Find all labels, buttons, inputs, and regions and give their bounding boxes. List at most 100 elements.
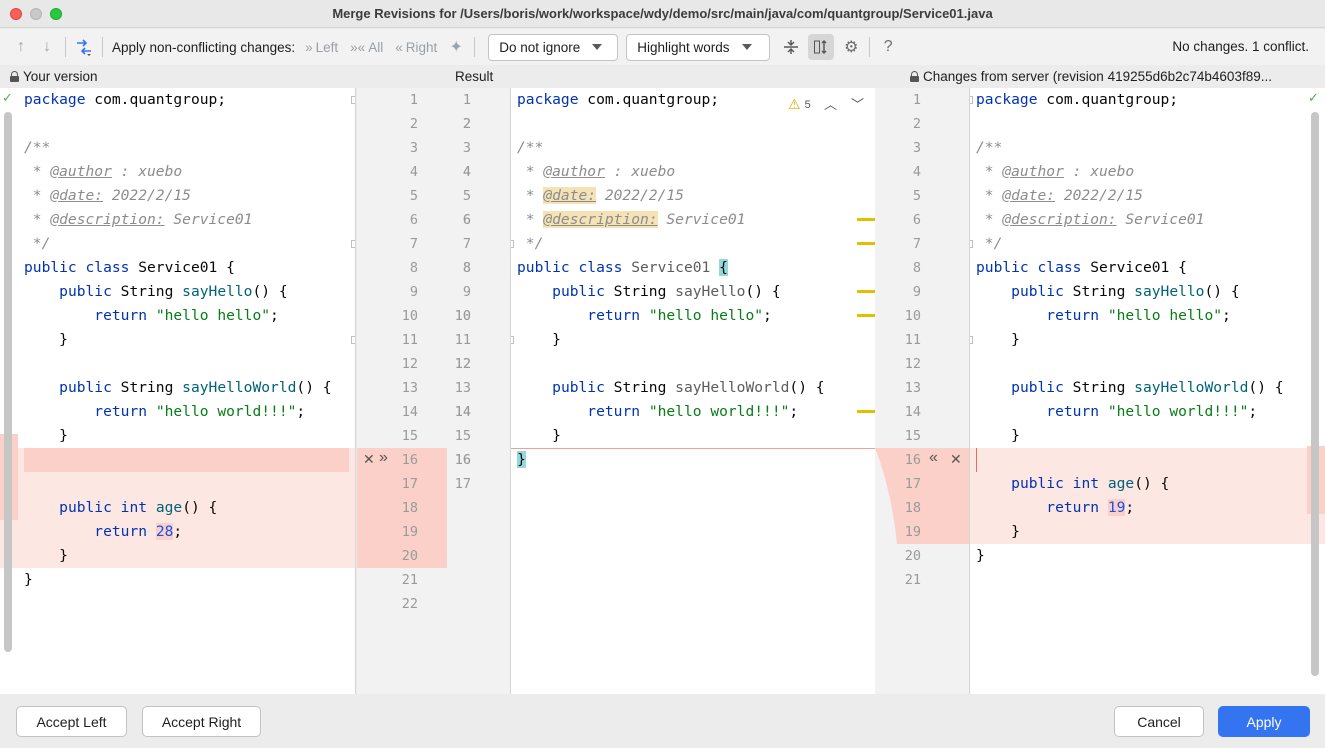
line-number: 22: [401, 596, 418, 612]
conflict-insertion-mark: [976, 448, 977, 472]
line-number: 7: [912, 236, 921, 252]
check-icon: ✓: [2, 90, 13, 105]
discard-right-icon[interactable]: ✕: [950, 451, 962, 468]
fold-marker[interactable]: [351, 96, 355, 104]
warnings-indicator[interactable]: ⚠ 5: [788, 96, 811, 113]
apply-all-button[interactable]: »« All: [350, 40, 383, 55]
line-number: 4: [462, 164, 471, 180]
modified-marker: [857, 218, 875, 221]
next-difference-icon[interactable]: ↓: [34, 34, 60, 60]
cancel-button[interactable]: Cancel: [1114, 706, 1204, 737]
line-number: 5: [409, 188, 418, 204]
line-number: 14: [401, 404, 418, 420]
apply-left-change-icon[interactable]: »: [379, 449, 388, 467]
fold-marker[interactable]: [970, 336, 973, 344]
apply-right-button[interactable]: «Right: [395, 40, 437, 55]
right-editor[interactable]: ✓ package com.quantgroup; /** * @author …: [970, 88, 1325, 694]
sync-scroll-icon[interactable]: [808, 34, 835, 60]
toolbar-separator: [65, 37, 66, 57]
conflict-insertion-line: [511, 448, 875, 449]
merge-arrows-icon[interactable]: [71, 34, 97, 60]
fold-marker[interactable]: [511, 240, 514, 248]
line-number: 16: [904, 452, 921, 468]
fold-marker[interactable]: [511, 336, 514, 344]
right-scrollbar[interactable]: [1311, 112, 1319, 676]
discard-left-icon[interactable]: ✕: [363, 451, 375, 468]
apply-button[interactable]: Apply: [1218, 706, 1310, 737]
line-number: 9: [912, 284, 921, 300]
line-number: 13: [454, 380, 471, 396]
line-number: 7: [409, 236, 418, 252]
ignore-whitespace-dropdown[interactable]: Do not ignore: [488, 33, 619, 61]
line-number: 12: [904, 356, 921, 372]
magic-resolve-icon[interactable]: ✦: [443, 34, 469, 60]
line-number: 4: [912, 164, 921, 180]
modified-marker: [857, 290, 875, 293]
result-editor[interactable]: ⚠ 5 ︿ ﹀ package com.quantgroup; /** * @au…: [511, 88, 875, 694]
line-number: 9: [462, 284, 471, 300]
help-icon[interactable]: ?: [875, 34, 901, 60]
center-header: Result: [455, 68, 494, 84]
fold-marker[interactable]: [351, 240, 355, 248]
collapse-unchanged-icon[interactable]: [778, 34, 804, 60]
modified-marker: [857, 242, 875, 245]
dropdown-arrow-icon: [741, 44, 752, 50]
line-number: 15: [401, 428, 418, 444]
line-number: 15: [904, 428, 921, 444]
conflict-empty-line-left: [24, 448, 349, 472]
dropdown-arrow-icon: [592, 44, 603, 50]
apply-non-conflicting-label: Apply non-conflicting changes:: [112, 39, 296, 55]
lock-icon: [10, 70, 19, 82]
line-number: 16: [454, 452, 471, 468]
next-highlight-icon[interactable]: ﹀: [851, 94, 864, 113]
double-chevron-left-icon: «: [395, 39, 403, 55]
window-controls: [10, 8, 62, 20]
line-number: 11: [454, 332, 471, 348]
line-number: 17: [454, 476, 471, 492]
line-number: 3: [462, 140, 471, 156]
double-chevron-right-icon: »: [305, 39, 313, 55]
line-number: 11: [904, 332, 921, 348]
fold-marker[interactable]: [351, 336, 355, 344]
line-number: 3: [409, 140, 418, 156]
line-number: 18: [401, 500, 418, 516]
line-number: 12: [454, 356, 471, 372]
previous-difference-icon[interactable]: ↑: [8, 34, 34, 60]
gear-icon[interactable]: ⚙: [838, 34, 864, 60]
line-number: 14: [454, 404, 471, 420]
previous-highlight-icon[interactable]: ︿: [824, 94, 837, 113]
window-title: Merge Revisions for /Users/boris/work/wo…: [332, 6, 993, 21]
accept-left-button[interactable]: Accept Left: [16, 706, 127, 737]
line-number: 14: [904, 404, 921, 420]
line-number: 6: [912, 212, 921, 228]
line-number: 8: [912, 260, 921, 276]
line-number: 19: [904, 524, 921, 540]
accept-right-button[interactable]: Accept Right: [142, 706, 261, 737]
left-scrollbar[interactable]: [4, 112, 12, 652]
toolbar-separator: [869, 37, 871, 57]
highlight-mode-dropdown[interactable]: Highlight words: [626, 33, 771, 61]
left-editor[interactable]: ✓ package com.quantgroup; /** * @author …: [0, 88, 356, 694]
left-header: Your version: [10, 66, 98, 86]
line-number: 21: [904, 572, 921, 588]
line-number: 12: [401, 356, 418, 372]
close-window-button[interactable]: [10, 8, 22, 20]
line-number: 7: [462, 236, 471, 252]
line-number: 4: [409, 164, 418, 180]
toolbar: ↑ ↓ Apply non-conflicting changes: » Left…: [0, 29, 1325, 65]
toolbar-separator: [102, 37, 103, 57]
double-chevron-both-icon: »«: [350, 39, 366, 55]
check-icon: ✓: [1308, 90, 1319, 105]
title-bar: Merge Revisions for /Users/boris/work/wo…: [0, 0, 1325, 28]
fold-marker[interactable]: [970, 96, 973, 104]
apply-right-change-icon[interactable]: «: [929, 449, 938, 467]
fold-marker[interactable]: [970, 240, 973, 248]
line-number: 18: [904, 500, 921, 516]
maximize-window-button[interactable]: [50, 8, 62, 20]
minimize-window-button[interactable]: [30, 8, 42, 20]
apply-left-button[interactable]: » Left: [305, 40, 338, 55]
line-number: 6: [462, 212, 471, 228]
modified-marker: [857, 410, 875, 413]
line-number: 5: [462, 188, 471, 204]
line-number: 10: [454, 308, 471, 324]
